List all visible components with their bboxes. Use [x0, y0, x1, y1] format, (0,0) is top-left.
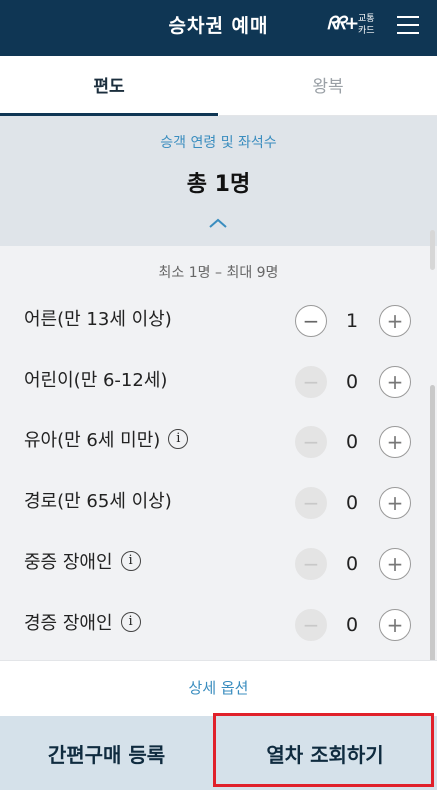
passenger-label: 중증 장애인 i — [24, 533, 141, 593]
passenger-count: 0 — [345, 492, 359, 514]
passenger-row-senior: 경로(만 65세 이상) − 0 + — [0, 472, 437, 532]
increment-button[interactable]: + — [379, 609, 411, 641]
passenger-label: 유아(만 6세 미만) i — [24, 411, 189, 471]
passenger-total: 총 1명 — [186, 172, 251, 197]
transport-card-button[interactable]: ᖇᖇ+ 교통 카드 — [327, 12, 381, 40]
decrement-button[interactable]: − — [295, 609, 327, 641]
quick-purchase-register-button[interactable]: 간편구매 등록 — [0, 716, 213, 790]
passenger-summary: 승객 연령 및 좌석수 총 1명 — [0, 116, 437, 246]
scrollbar-track[interactable] — [430, 230, 435, 270]
passenger-summary-label: 승객 연령 및 좌석수 — [160, 135, 277, 151]
increment-button[interactable]: + — [379, 366, 411, 398]
decrement-button[interactable]: − — [295, 305, 327, 337]
passenger-count: 1 — [345, 310, 359, 332]
app-header: 승차권 예매 ᖇᖇ+ 교통 카드 — [0, 0, 437, 56]
scrollbar-thumb[interactable] — [430, 385, 435, 665]
increment-button[interactable]: + — [379, 487, 411, 519]
transport-card-label-line1: 교통 — [358, 14, 375, 24]
passenger-label: 경로(만 65세 이상) — [24, 491, 172, 512]
decrement-button[interactable]: − — [295, 487, 327, 519]
passenger-label: 어른(만 13세 이상) — [24, 309, 172, 330]
passenger-row-severe-disability: 중증 장애인 i − 0 + — [0, 533, 437, 593]
passenger-count: 0 — [345, 371, 359, 393]
trip-type-tabs: 편도 왕복 — [0, 56, 437, 116]
bottom-action-bar: 간편구매 등록 열차 조회하기 — [0, 716, 437, 790]
transport-card-label-line2: 카드 — [358, 26, 375, 36]
increment-button[interactable]: + — [379, 305, 411, 337]
passenger-range-note: 최소 1명 – 최대 9명 — [158, 265, 279, 281]
detail-options-toggle[interactable]: 상세 옵션 — [0, 677, 437, 698]
passenger-label: 어린이(만 6-12세) — [24, 370, 168, 391]
hamburger-menu-icon[interactable] — [397, 14, 419, 36]
passenger-row-mild-disability: 경증 장애인 i − 0 + — [0, 594, 437, 654]
search-trains-button[interactable]: 열차 조회하기 — [213, 716, 437, 790]
chevron-up-icon[interactable] — [208, 216, 228, 230]
passenger-row-child: 어린이(만 6-12세) − 0 + — [0, 351, 437, 411]
passenger-row-infant: 유아(만 6세 미만) i − 0 + — [0, 411, 437, 471]
increment-button[interactable]: + — [379, 426, 411, 458]
detail-options-section: 상세 옵션 — [0, 660, 437, 718]
tab-round-trip[interactable]: 왕복 — [219, 56, 437, 116]
passenger-count: 0 — [345, 553, 359, 575]
passenger-count: 0 — [345, 431, 359, 453]
info-icon[interactable]: i — [120, 551, 141, 571]
transport-card-icon: ᖇᖇ+ — [327, 13, 359, 34]
passenger-row-adult: 어른(만 13세 이상) − 1 + — [0, 290, 437, 350]
decrement-button[interactable]: − — [295, 366, 327, 398]
passenger-label: 경증 장애인 i — [24, 594, 141, 654]
passenger-count: 0 — [345, 614, 359, 636]
decrement-button[interactable]: − — [295, 426, 327, 458]
decrement-button[interactable]: − — [295, 548, 327, 580]
tab-one-way[interactable]: 편도 — [0, 56, 218, 116]
increment-button[interactable]: + — [379, 548, 411, 580]
info-icon[interactable]: i — [120, 612, 141, 632]
info-icon[interactable]: i — [168, 429, 189, 449]
